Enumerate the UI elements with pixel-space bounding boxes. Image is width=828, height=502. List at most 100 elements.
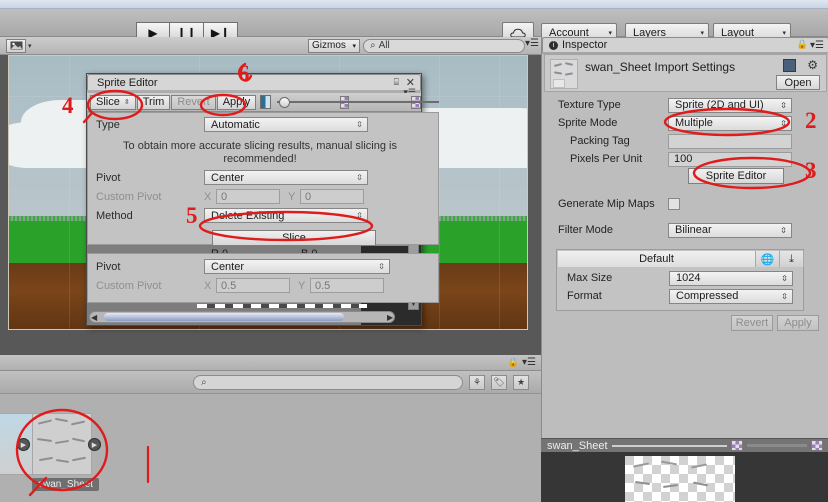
favorite-filter-icon[interactable]: ⚘ [469,374,485,390]
info-icon: i [549,40,558,50]
revert-button[interactable]: Revert [171,94,216,110]
texture-type-value: Sprite (2D and UI) [675,99,764,111]
sprite-pivot-panel: Pivot Center ⇳ Custom Pivot X 0.5 Y 0.5 [87,253,439,303]
sprite-pivot-x-label: X [204,279,212,292]
expand-toggle-icon[interactable]: ▶ [88,438,101,451]
scroll-left-icon[interactable]: ◀ [91,313,97,322]
preview-header[interactable]: swan_Sheet [541,438,828,452]
chevron-down-icon: ⇳ [123,99,130,106]
star-filter-icon[interactable]: ★ [513,374,529,390]
packing-tag-field[interactable] [668,133,792,149]
scene-camera-icon[interactable] [6,38,26,53]
sprite-pivot-y-field[interactable]: 0.5 [310,278,384,293]
project-search-input[interactable]: ⌕ [193,374,463,390]
custom-pivot-y-label: Y [288,190,296,203]
preset-icon[interactable] [783,59,796,72]
chevron-updown-icon: ⇳ [781,291,788,301]
open-button[interactable]: Open [776,75,820,90]
rgba-channel-icon[interactable] [260,95,272,109]
type-value: Automatic [211,118,260,131]
generate-mip-maps-checkbox[interactable] [668,198,680,210]
method-value: Delete Existing [211,209,285,222]
panel-menu-icon[interactable]: ▾☰ [810,40,824,51]
gizmos-label: Gizmos [312,40,346,51]
sprite-editor-button[interactable]: Sprite Editor [688,168,784,184]
custom-pivot-y-field[interactable]: 0 [300,189,364,204]
label-filter-icon[interactable]: 🏷 [491,374,507,390]
slice-action-button[interactable]: Slice [212,229,376,246]
sprite-pivot-x-field[interactable]: 0.5 [216,278,290,293]
alpha-checker-icon[interactable] [731,440,743,451]
window-titlebar [0,0,828,9]
asset-cell-swan-sheet[interactable]: swan_Sheet [32,413,100,491]
platform-tab-default[interactable]: Default [558,251,756,267]
gear-icon[interactable]: ⚙ [807,58,818,72]
slice-dropdown[interactable]: Slice ⇳ [90,94,136,110]
sprite-mode-dropdown[interactable]: Multiple ⇳ [668,115,792,131]
scene-search-input[interactable]: ⌕ All [363,38,525,53]
filter-mode-dropdown[interactable]: Bilinear ⇳ [668,222,792,238]
pixels-per-unit-field[interactable]: 100 [668,151,792,167]
trim-button[interactable]: Trim [136,94,171,110]
apply-button[interactable]: Apply [216,94,257,110]
lock-icon[interactable]: 🔒 [508,357,519,368]
inspector-apply-label: Apply [784,317,812,329]
max-size-dropdown[interactable]: 1024 ⇳ [669,270,793,286]
type-dropdown[interactable]: Automatic ⇳ [204,117,368,132]
sprite-editor-titlebar: Sprite Editor ⌸ ✕ ▾☰ [87,74,421,97]
sprite-editor-tab[interactable]: Sprite Editor [87,74,421,90]
sprite-pivot-y-label: Y [298,279,306,292]
pixels-per-unit-label: Pixels Per Unit [570,153,643,165]
alpha-slider[interactable] [353,96,440,108]
revert-label: Revert [177,96,210,108]
scroll-right-icon[interactable]: ▶ [387,313,393,322]
slider-knob[interactable] [279,97,291,108]
search-icon: ⌕ [201,376,207,388]
texture-type-dropdown[interactable]: Sprite (2D and UI) ⇳ [668,97,792,113]
annotation-number-4: 4 [62,93,74,118]
format-value: Compressed [676,290,739,302]
custom-pivot-label: Custom Pivot [96,190,162,203]
project-search-bar: ⌕ ⚘ 🏷 ★ [0,371,541,393]
sprite-pivot-dropdown[interactable]: Center ⇳ [204,259,390,274]
max-size-value: 1024 [676,272,701,284]
platform-tab-row: Default 🌐 ⤓ [558,251,804,267]
custom-pivot-x-field[interactable]: 0 [216,189,280,204]
sprite-mode-label: Sprite Mode [558,117,618,129]
annotation-number-5: 5 [186,203,198,228]
chevron-updown-icon: ⇳ [356,173,363,182]
pivot-label: Pivot [96,171,121,184]
alpha-checker-icon[interactable] [811,440,823,451]
lock-icon[interactable]: 🔒 [797,39,808,50]
pivot-value: Center [211,171,245,184]
gizmos-dropdown[interactable]: Gizmos ▾ [308,38,360,53]
inspector-apply-button[interactable]: Apply [777,315,819,331]
expand-toggle-icon[interactable]: ▶ [17,438,30,451]
sprite-mode-value: Multiple [675,117,713,129]
horizontal-scrollbar[interactable] [89,311,395,323]
chevron-down-icon: ▾ [608,29,612,37]
tab-inspector[interactable]: i Inspector [542,37,828,52]
zoom-slider[interactable] [277,96,370,108]
globe-icon[interactable]: 🌐 [756,251,780,267]
format-dropdown[interactable]: Compressed ⇳ [669,288,793,304]
scrollbar-thumb[interactable] [104,313,344,321]
custom-pivot-y-value: 0 [305,190,312,203]
chevron-down-icon[interactable]: ▾ [28,42,32,50]
slice-settings-panel: Type Automatic ⇳ To obtain more accurate… [87,112,439,246]
texture-type-label: Texture Type [558,99,621,111]
image-icon [10,41,22,50]
pin-icon[interactable]: ⌸ [394,77,399,88]
panel-menu-icon[interactable]: ▾☰ [525,38,539,49]
method-dropdown[interactable]: Delete Existing ⇳ [204,208,368,223]
slice-recommendation-note: To obtain more accurate slicing results,… [123,140,397,165]
download-icon[interactable]: ⤓ [780,251,804,267]
inspector-revert-button[interactable]: Revert [731,315,773,331]
panel-menu-icon[interactable]: ▾☰ [522,357,536,368]
project-asset-grid[interactable]: ite ▶ swan_Sheet ▶ [0,393,541,502]
type-label: Type [96,118,120,131]
sprite-editor-window[interactable]: Sprite Editor ⌸ ✕ ▾☰ Slice ⇳ Trim Revert… [86,73,440,326]
preview-slider[interactable] [747,444,807,447]
pivot-dropdown[interactable]: Center ⇳ [204,170,368,185]
sprite-selection-marquee [197,304,367,308]
